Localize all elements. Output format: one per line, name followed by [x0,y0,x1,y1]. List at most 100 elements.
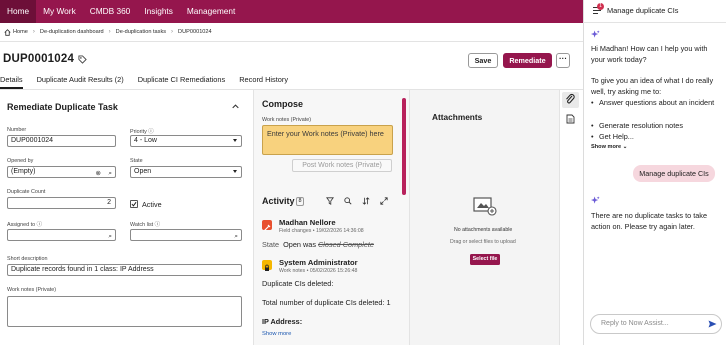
opened-by-label: Opened by [7,158,34,164]
activity-note-line: IP Address: [262,317,303,326]
remediate-button[interactable]: Remediate [503,53,552,68]
show-more-link[interactable]: Show more [262,331,291,337]
activity-author: Madhan Nellore [279,218,336,227]
assigned-to-label: Assigned to ⓘ [7,220,42,228]
nav-tab-home[interactable]: Home [0,0,37,23]
assigned-to-field[interactable]: ⌕ [7,229,116,241]
attachments-drag-text: Drag or select files to upload [450,239,516,245]
short-description-field[interactable]: Duplicate records found in 1 class: IP A… [7,264,242,276]
notification-badge: 1 [597,3,604,10]
home-icon [4,28,11,36]
watch-list-field[interactable]: ⌕ [130,229,242,241]
breadcrumb-separator: › [108,29,111,35]
info-icon[interactable]: ⓘ [155,222,160,228]
activity-meta: Work notes • 05/02/2026 15:26:48 [279,268,358,274]
breadcrumb-separator: › [171,29,174,35]
watch-list-label-text: Watch list [130,222,154,228]
send-icon[interactable] [708,320,717,328]
breadcrumb-home[interactable]: Home [13,29,28,35]
assist-title: Manage duplicate CIs [607,6,679,15]
chevron-up-icon[interactable] [232,104,239,109]
chevron-down-icon [233,139,237,142]
post-work-notes-button[interactable]: Post Work notes (Private) [292,159,392,172]
compose-scrollbar[interactable] [402,98,406,195]
breadcrumb-current: DUP0001024 [178,29,212,35]
expand-icon[interactable] [380,197,388,205]
tab-record-history[interactable]: Record History [239,74,288,89]
assigned-to-label-text: Assigned to [7,222,36,228]
opened-by-field[interactable]: (Empty) ⊗ ⌕ [7,166,116,178]
top-nav: Home My Work CMDB 360 Insights Managemen… [0,0,583,23]
activity-author: System Administrator [279,258,358,267]
attachments-title: Attachments [432,112,483,122]
nav-tab-my-work[interactable]: My Work [36,0,83,23]
show-more-text: Show more [591,144,622,150]
chevron-down-icon [233,170,237,173]
assist-reply-input[interactable]: Reply to Now Assist... [590,314,722,334]
search-icon[interactable]: ⌕ [234,232,238,242]
document-icon[interactable] [566,114,575,124]
divider [583,22,726,23]
duplicate-count-label: Duplicate Count [7,189,46,195]
field-change-icon [262,220,272,231]
state-value: Open [134,168,152,175]
state-change-label: State [262,240,280,249]
side-rail [559,90,583,345]
sort-icon[interactable] [362,197,370,205]
search-icon[interactable]: ⌕ [108,232,112,242]
search-icon[interactable] [344,197,352,205]
filter-icon[interactable] [326,197,334,205]
priority-label: Priority ⓘ [130,127,154,135]
duplicate-count-field[interactable]: 2 [7,197,116,209]
info-icon[interactable]: ⓘ [37,222,42,228]
attachments-empty-text: No attachments available [454,227,513,233]
tag-icon[interactable] [78,55,87,64]
active-label: Active [142,200,162,209]
watch-list-label: Watch list ⓘ [130,220,160,228]
nav-tab-insights[interactable]: Insights [137,0,180,23]
breadcrumb-dedup-tasks[interactable]: De-duplication tasks [116,29,166,35]
chevron-down-icon: ⌄ [622,144,628,150]
record-title: DUP0001024 [3,53,75,65]
tab-duplicate-ci-remediations[interactable]: Duplicate CI Remediations [138,74,226,89]
more-actions-button[interactable]: ··· [556,53,570,68]
assist-suggestion: Get Help... [599,132,634,141]
sparkle-icon [591,30,600,38]
attachments-rail-button[interactable] [562,92,579,108]
active-checkbox[interactable] [130,200,138,208]
nav-tab-management[interactable]: Management [180,0,242,23]
check-icon [131,201,137,207]
section-title: Remediate Duplicate Task [7,102,118,112]
opened-by-value: (Empty) [11,168,36,175]
show-more-toggle[interactable]: Show more ⌄ [591,144,627,150]
activity-count-badge: 8 [296,197,305,206]
breadcrumb-separator: › [32,29,35,35]
clear-icon[interactable]: ⊗ [96,169,101,179]
paperclip-icon [566,93,575,104]
nav-tab-cmdb-360[interactable]: CMDB 360 [83,0,138,23]
tab-duplicate-audit-results[interactable]: Duplicate Audit Results (2) [37,74,124,89]
search-icon[interactable]: ⌕ [108,169,112,179]
save-button[interactable]: Save [468,53,498,68]
state-select[interactable]: Open [130,166,242,178]
bullet: • [591,132,594,141]
number-field[interactable]: DUP0001024 [7,135,116,147]
breadcrumb-dedup-dashboard[interactable]: De-duplication dashboard [40,29,104,35]
compose-work-notes-input[interactable]: Enter your Work notes (Private) here [262,125,393,155]
short-description-label: Short description [7,256,48,262]
assist-suggestion: Generate resolution notes [599,121,683,130]
state-change-text: Open was [283,240,316,249]
tab-details[interactable]: Details [0,74,23,89]
priority-select[interactable]: 4 - Low [130,135,242,147]
number-label: Number [7,127,27,133]
select-file-button[interactable]: Select file [470,254,500,265]
bullet: • [591,121,594,130]
work-notes-label: Work notes (Private) [7,287,57,293]
compose-work-notes-label: Work notes (Private) [262,117,312,123]
work-notes-textarea[interactable] [7,296,242,327]
assist-intro: To give you an idea of what I do really … [591,76,714,96]
sparkle-icon [591,196,600,204]
bullet: • [591,98,594,107]
compose-title: Compose [262,99,304,109]
breadcrumb: Home › De-duplication dashboard › De-dup… [0,23,583,42]
